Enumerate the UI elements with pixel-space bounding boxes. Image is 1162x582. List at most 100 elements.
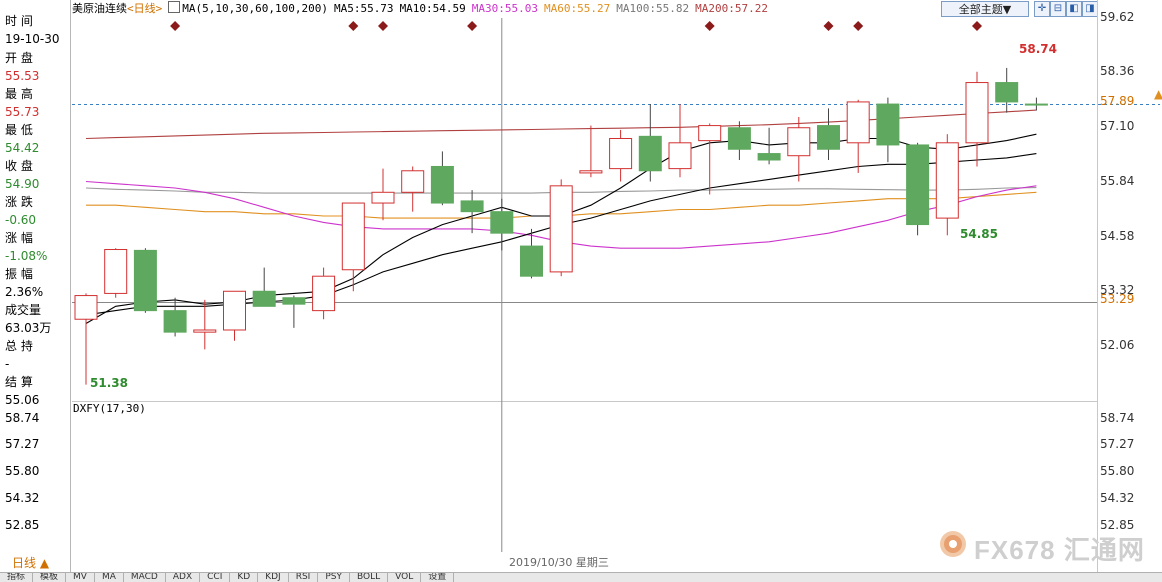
candle-body <box>312 275 336 312</box>
candle <box>193 299 217 350</box>
candle-body <box>698 125 722 142</box>
event-marker-icon <box>348 21 359 31</box>
candle-body <box>520 245 543 277</box>
settle-value: 55.06 <box>5 393 40 407</box>
y-tick-4: 54.58 <box>1100 229 1135 243</box>
vol-label: 成交量 <box>5 303 42 317</box>
candle <box>787 116 811 182</box>
high-label: 最 高 <box>5 87 33 101</box>
event-marker-icon <box>467 21 478 31</box>
candle <box>252 267 276 307</box>
sub-left-label-3: 54.32 <box>5 491 40 505</box>
candle <box>460 190 484 234</box>
candle-body <box>223 290 246 331</box>
candle-body <box>401 170 425 193</box>
candle-body <box>727 127 751 150</box>
period-tab[interactable]: 日线 ▲ <box>0 556 71 571</box>
candle <box>133 248 157 313</box>
fx678-logo: FX678 汇通网 <box>936 528 1156 565</box>
candle <box>371 168 395 221</box>
sub-tick-2: 55.80 <box>1100 464 1135 478</box>
y-tick-2: 57.10 <box>1100 119 1135 133</box>
candle-body <box>430 165 454 204</box>
change-value: -0.60 <box>5 213 37 227</box>
candle <box>74 293 98 385</box>
high-value: 55.73 <box>5 105 40 119</box>
event-marker-icon <box>853 21 864 31</box>
candle <box>727 121 751 161</box>
candle <box>1024 97 1048 111</box>
oi-label: 总 持 <box>5 339 33 353</box>
high-annotation: 58.74 <box>1019 42 1057 56</box>
price-chart[interactable] <box>72 0 1162 572</box>
close-value: 54.90 <box>5 177 40 191</box>
sub-tick-0: 58.74 <box>1100 411 1135 425</box>
candle-body <box>490 211 514 234</box>
candle <box>876 97 900 163</box>
candle-body <box>549 185 573 273</box>
candle <box>609 129 633 182</box>
sub-tick-1: 57.27 <box>1100 437 1135 451</box>
settle-label: 结 算 <box>5 375 33 389</box>
ref-line-label: 53.29 <box>1100 292 1135 306</box>
amp-value: 2.36% <box>5 285 44 299</box>
sub-indicator-title: DXFY(17,30) <box>73 402 146 415</box>
sub-left-label-1: 57.27 <box>5 437 40 451</box>
candle <box>163 297 187 337</box>
candle <box>282 295 306 328</box>
sub-left-label-2: 55.80 <box>5 464 40 478</box>
sub-left-label-0: 58.74 <box>5 411 40 425</box>
sub-left-label-4: 52.85 <box>5 518 40 532</box>
candle-body <box>846 101 870 144</box>
candle-body <box>341 202 365 271</box>
candle <box>638 104 662 182</box>
current-price-label: 57.89 <box>1100 94 1135 108</box>
candle <box>846 99 870 173</box>
candle-body <box>668 142 692 170</box>
candle <box>520 228 543 279</box>
candle-body <box>282 297 306 305</box>
low-annotation: 54.85 <box>960 227 998 241</box>
candle <box>935 134 959 236</box>
candle-body <box>757 153 781 161</box>
candle <box>549 179 573 277</box>
candle-body <box>638 135 662 172</box>
open-value: 55.53 <box>5 69 40 83</box>
pct-label: 涨 幅 <box>5 231 33 245</box>
candle-body <box>995 82 1019 103</box>
event-marker-icon <box>378 21 388 31</box>
change-label: 涨 跌 <box>5 195 33 209</box>
quote-info-panel: 时 间 19-10-30 开 盘 55.53 最 高 55.73 最 低 54.… <box>0 0 71 581</box>
vol-value: 63.03万 <box>5 321 52 335</box>
y-tick-6: 52.06 <box>1100 338 1135 352</box>
event-marker-icon <box>972 21 982 31</box>
candle <box>698 123 722 195</box>
candle <box>757 127 781 165</box>
candle <box>668 104 692 178</box>
y-tick-0: 59.62 <box>1100 10 1135 24</box>
candle-body <box>787 127 811 157</box>
candle <box>817 108 840 161</box>
candle-body <box>163 310 187 333</box>
event-marker-icon <box>170 21 181 31</box>
event-marker-icon <box>823 21 834 31</box>
low-value: 54.42 <box>5 141 40 155</box>
candle-body <box>965 82 989 144</box>
candle <box>104 248 128 298</box>
candle <box>995 67 1019 113</box>
candle-body <box>460 200 484 213</box>
sub-tick-3: 54.32 <box>1100 491 1135 505</box>
candle <box>579 125 603 178</box>
candle-body <box>371 191 395 204</box>
candle-body <box>817 125 840 150</box>
logo-emblem-icon <box>940 531 966 557</box>
amp-label: 振 幅 <box>5 267 33 281</box>
price-arrow-icon: ▲ <box>1154 87 1162 101</box>
candle <box>906 142 930 236</box>
candle-body <box>935 142 959 219</box>
candle-body <box>579 170 603 174</box>
logo-text: FX678 汇通网 <box>974 535 1145 565</box>
y-tick-3: 55.84 <box>1100 174 1135 188</box>
candle-body <box>252 290 276 307</box>
pct-value: -1.08% <box>5 249 48 263</box>
